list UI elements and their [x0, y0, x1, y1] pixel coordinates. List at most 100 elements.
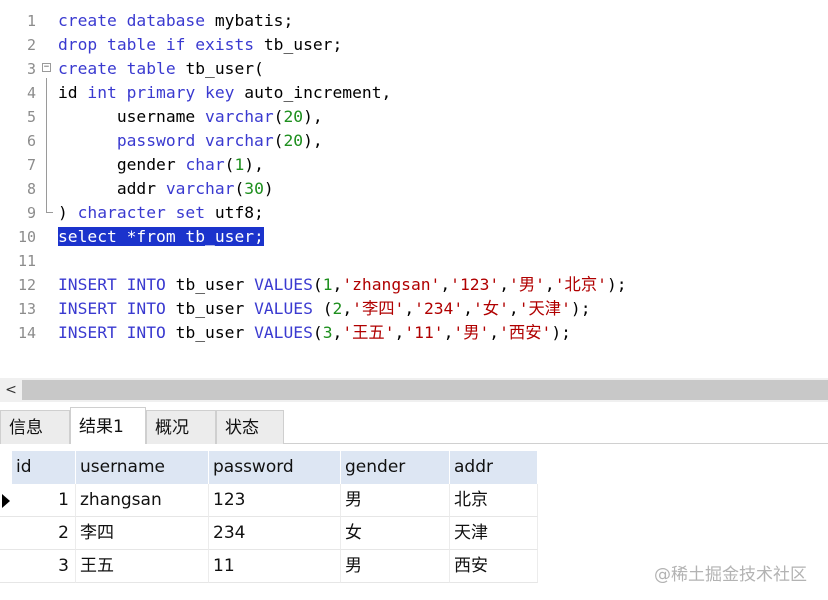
code-token: ,	[463, 299, 473, 318]
code-token: tb_user	[175, 323, 255, 342]
table-cell-username[interactable]: 王五	[76, 550, 209, 583]
code-token: ,	[404, 299, 415, 318]
scrollbar-thumb[interactable]	[22, 380, 828, 400]
code-token: username	[58, 107, 206, 126]
code-token: 李四	[361, 299, 395, 318]
scroll-left-icon[interactable]: <	[0, 378, 22, 402]
code-token: 北京	[564, 275, 598, 294]
code-token: (	[273, 107, 284, 126]
code-token: create database	[58, 11, 215, 30]
code-token: 20	[283, 131, 304, 150]
editor-horizontal-scrollbar[interactable]: <	[0, 378, 828, 402]
code-text: addr varchar(30)	[58, 177, 274, 201]
table-cell-addr[interactable]: 北京	[450, 484, 538, 517]
line-number: 10	[17, 228, 36, 246]
code-token: (	[273, 131, 284, 150]
line-number: 1	[26, 12, 36, 30]
code-text: drop table if exists tb_user;	[58, 33, 342, 57]
column-header-gender[interactable]: gender	[341, 451, 450, 484]
line-number: 8	[26, 180, 36, 198]
result-tabs: 信息 结果1 概况 状态	[0, 402, 828, 444]
code-token: tb_user	[175, 275, 255, 294]
code-token: '	[561, 299, 571, 318]
code-token: '	[499, 299, 509, 318]
code-token: '	[499, 323, 509, 342]
code-line[interactable]: 10 select *from tb_user;	[0, 225, 828, 249]
code-token: ,	[394, 323, 405, 342]
code-token: '11'	[404, 323, 444, 342]
code-token: ),	[244, 155, 264, 174]
line-number: 13	[17, 300, 36, 318]
table-cell-password[interactable]: 234	[209, 517, 341, 550]
table-cell-id[interactable]: 3	[12, 550, 76, 583]
column-header-id[interactable]: id	[12, 451, 76, 484]
line-number: 11	[17, 252, 36, 270]
code-token: ,	[443, 323, 454, 342]
code-token: 女	[482, 299, 500, 318]
tab-result1[interactable]: 结果1	[70, 407, 146, 444]
code-token: '	[535, 275, 545, 294]
code-token: (	[322, 299, 333, 318]
tab-info[interactable]: 信息	[0, 410, 70, 444]
table-cell-gender[interactable]: 女	[341, 517, 450, 550]
row-selector[interactable]	[0, 484, 12, 517]
code-token: '	[342, 323, 353, 342]
code-token: mybatis;	[214, 11, 294, 30]
code-token: password varchar	[116, 131, 274, 150]
tab-status[interactable]: 状态	[216, 410, 284, 444]
code-token: (	[312, 323, 323, 342]
code-token: ,	[499, 275, 509, 294]
code-token: id	[58, 83, 88, 102]
code-token: '	[509, 275, 519, 294]
table-cell-username[interactable]: 李四	[76, 517, 209, 550]
table-cell-id[interactable]: 1	[12, 484, 76, 517]
code-text: username varchar(20),	[58, 105, 323, 129]
code-line[interactable]: 3 create table tb_user(	[0, 57, 828, 81]
code-token: 天津	[528, 299, 562, 318]
code-line[interactable]: 9) character set utf8;	[0, 201, 828, 225]
code-token: varchar	[205, 107, 274, 126]
code-token: VALUES	[254, 275, 313, 294]
column-header-addr[interactable]: addr	[450, 451, 538, 484]
code-token: 2	[332, 299, 343, 318]
column-header-password[interactable]: password	[209, 451, 341, 484]
code-token: ),	[303, 107, 323, 126]
code-token: '	[541, 323, 552, 342]
sql-editor[interactable]: − 1 create database mybatis; 2 drop table i…	[0, 0, 828, 378]
code-line[interactable]: 8 addr varchar(30)	[0, 177, 828, 201]
code-line[interactable]: 7 gender char(1),	[0, 153, 828, 177]
code-line[interactable]: 13 INSERT INTO tb_user VALUES (2,'李四','23…	[0, 297, 828, 321]
tab-profile[interactable]: 概况	[146, 410, 216, 444]
table-cell-password[interactable]: 11	[209, 550, 341, 583]
table-cell-id[interactable]: 2	[12, 517, 76, 550]
code-text: INSERT INTO tb_user VALUES (2,'李四','234'…	[58, 297, 591, 321]
row-selector[interactable]	[0, 517, 12, 550]
code-token: '234'	[414, 299, 464, 318]
column-header-username[interactable]: username	[76, 451, 209, 484]
code-line[interactable]: 14 INSERT INTO tb_user VALUES(3,'王五','11'…	[0, 321, 828, 345]
table-cell-addr[interactable]: 西安	[450, 550, 538, 583]
code-line[interactable]: 1 create database mybatis;	[0, 9, 828, 33]
code-token: '	[384, 323, 395, 342]
table-cell-addr[interactable]: 天津	[450, 517, 538, 550]
code-token: ,	[544, 275, 555, 294]
table-cell-gender[interactable]: 男	[341, 484, 450, 517]
line-number: 6	[26, 132, 36, 150]
code-token: gender	[58, 155, 186, 174]
code-token: char	[185, 155, 225, 174]
code-line[interactable]: 4 id int primary key auto_increment,	[0, 81, 828, 105]
code-token: (	[234, 179, 245, 198]
code-token: INSERT INTO	[58, 275, 176, 294]
table-cell-gender[interactable]: 男	[341, 550, 450, 583]
row-selector[interactable]	[0, 550, 12, 583]
line-number: 7	[26, 156, 36, 174]
table-cell-password[interactable]: 123	[209, 484, 341, 517]
code-token: '	[518, 299, 529, 318]
code-line[interactable]: 5 username varchar(20),	[0, 105, 828, 129]
code-line[interactable]: 2 drop table if exists tb_user;	[0, 33, 828, 57]
code-line[interactable]: 12 INSERT INTO tb_user VALUES(1,'zhangsan…	[0, 273, 828, 297]
code-token: '	[554, 275, 565, 294]
code-line[interactable]: 6 password varchar(20),	[0, 129, 828, 153]
table-cell-username[interactable]: zhangsan	[76, 484, 209, 517]
code-line[interactable]: 11	[0, 249, 828, 273]
